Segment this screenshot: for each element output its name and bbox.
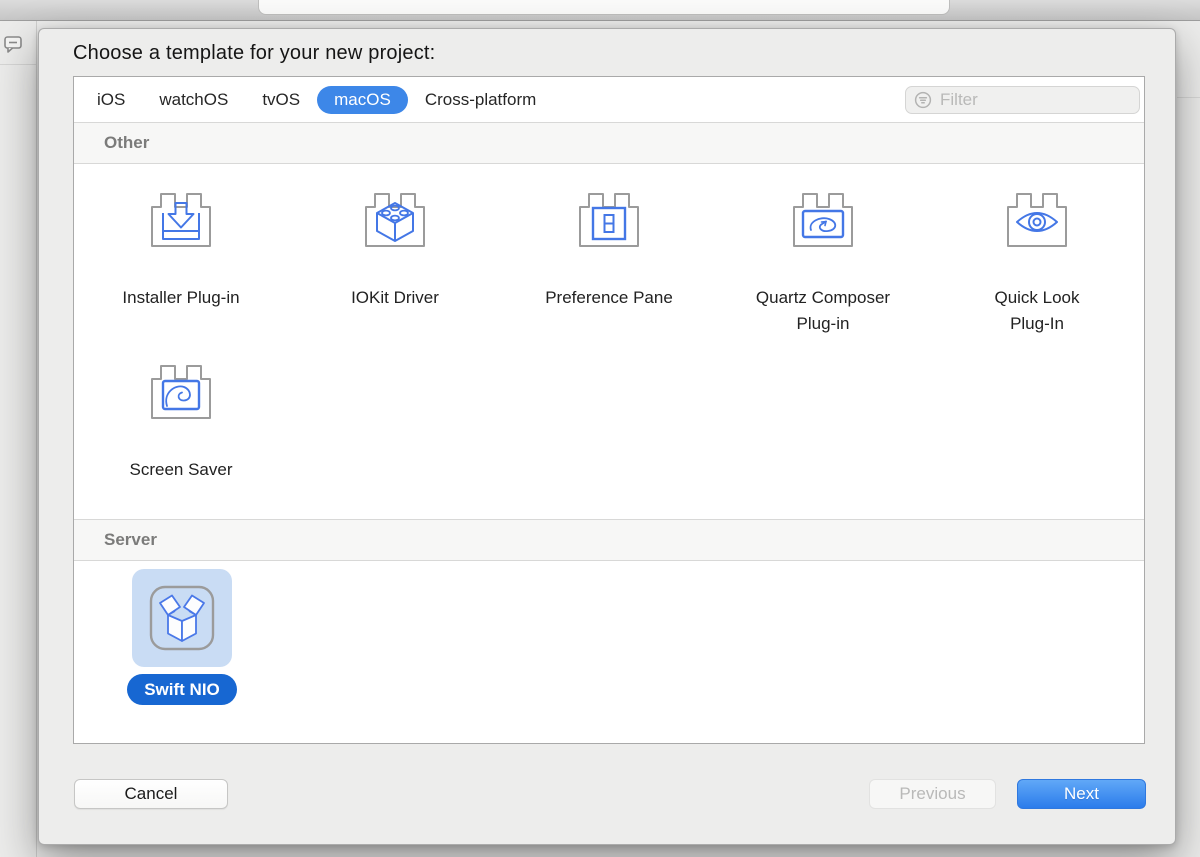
section-title: Other <box>104 133 149 153</box>
tab-cross-platform[interactable]: Cross-platform <box>408 86 553 114</box>
template-label: IOKit Driver <box>351 285 439 311</box>
next-button[interactable]: Next <box>1017 779 1146 809</box>
toolbar-activity-viewer <box>258 0 950 15</box>
filter-input[interactable] <box>938 89 1131 111</box>
template-label: Quick Look Plug-In <box>977 285 1097 337</box>
tab-macos[interactable]: macOS <box>317 86 408 114</box>
filter-icon <box>914 91 932 109</box>
section-title: Server <box>104 530 157 550</box>
section-header-other: Other <box>74 122 1144 164</box>
template-chooser-panel: iOS watchOS tvOS macOS Cross-platform Ot… <box>73 76 1145 744</box>
comment-bubble-icon[interactable] <box>4 36 23 53</box>
template-label: Preference Pane <box>545 285 673 311</box>
filter-field[interactable] <box>905 86 1140 114</box>
sheet-title: Choose a template for your new project: <box>73 42 435 65</box>
background-divider-horizontal <box>0 64 36 65</box>
template-label: Quartz Composer Plug-in <box>736 285 911 337</box>
previous-button[interactable]: Previous <box>869 779 996 809</box>
template-grid-row-1: Installer Plug-in IOKit Driver <box>74 164 1144 337</box>
template-quartz-composer-plugin[interactable]: Quartz Composer Plug-in <box>716 164 930 337</box>
cancel-button[interactable]: Cancel <box>74 779 228 809</box>
open-box-icon <box>149 585 215 651</box>
background-divider-right <box>1177 97 1200 98</box>
selected-template-pill: Swift NIO <box>127 674 237 705</box>
template-label: Installer Plug-in <box>122 285 239 311</box>
bezier-loop-icon <box>790 190 856 248</box>
tab-watchos[interactable]: watchOS <box>142 86 245 114</box>
template-swift-nio[interactable]: Swift NIO <box>127 569 237 705</box>
template-grid-other: Installer Plug-in IOKit Driver <box>74 164 1144 519</box>
tab-tvos[interactable]: tvOS <box>245 86 317 114</box>
template-quick-look-plugin[interactable]: Quick Look Plug-In <box>930 164 1144 337</box>
template-preference-pane[interactable]: Preference Pane <box>502 164 716 337</box>
template-grid-row-2: Screen Saver <box>74 362 1144 483</box>
eye-icon <box>1004 190 1070 248</box>
template-selection-highlight <box>132 569 232 667</box>
template-iokit-driver[interactable]: IOKit Driver <box>288 164 502 337</box>
new-project-template-sheet: Choose a template for your new project: … <box>38 28 1176 845</box>
lego-brick-icon <box>362 190 428 248</box>
swirl-icon <box>148 362 214 420</box>
background-toolbar <box>0 0 1200 21</box>
section-header-server: Server <box>74 519 1144 561</box>
template-label: Screen Saver <box>130 457 233 483</box>
template-installer-plugin[interactable]: Installer Plug-in <box>74 164 288 337</box>
background-divider-vertical <box>36 21 37 857</box>
template-screen-saver[interactable]: Screen Saver <box>74 362 288 483</box>
tab-ios[interactable]: iOS <box>80 86 142 114</box>
preference-switch-icon <box>576 190 642 248</box>
installer-download-tray-icon <box>148 190 214 248</box>
